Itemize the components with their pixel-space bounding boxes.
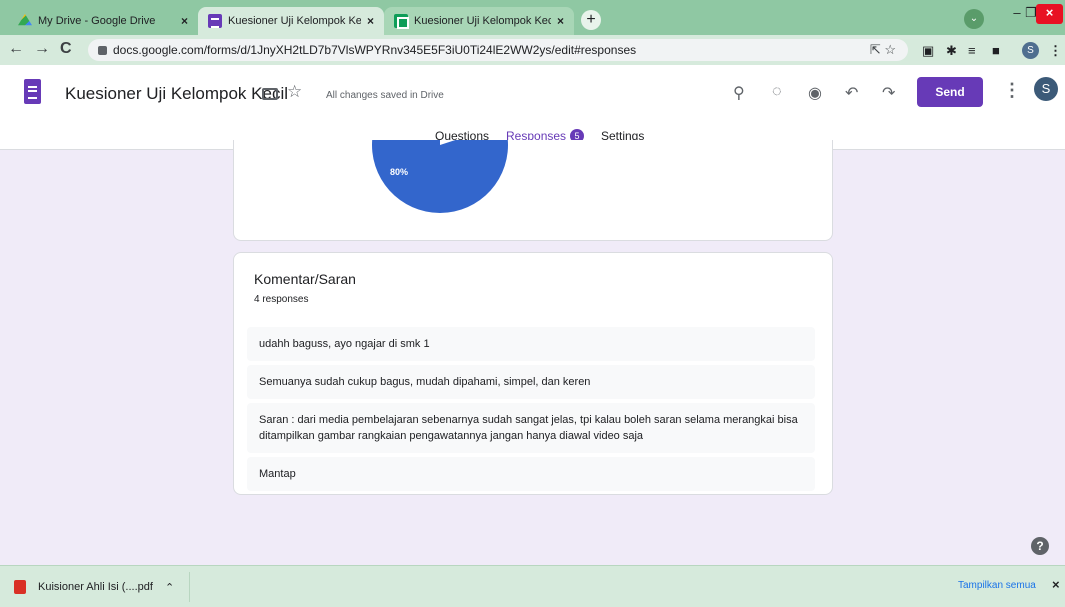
response-item: Mantap xyxy=(247,457,815,491)
extension-icon[interactable]: ▣ xyxy=(922,43,934,59)
send-button[interactable]: Send xyxy=(917,77,983,107)
star-icon[interactable]: ☆ xyxy=(287,82,302,102)
pie-chart-card: 80% xyxy=(233,140,833,241)
browser-tab-strip: My Drive - Google Drive × Kuesioner Uji … xyxy=(0,0,1065,35)
url-text: docs.google.com/forms/d/1JnyXH2tLD7b7Vls… xyxy=(113,43,637,57)
pie-chart: 80% xyxy=(372,140,508,213)
form-title[interactable]: Kuesioner Uji Kelompok Kecil xyxy=(65,84,288,104)
browser-tab-sheets[interactable]: Kuesioner Uji Kelompok Kecil (Re × xyxy=(384,7,574,35)
question-title: Komentar/Saran xyxy=(254,271,356,287)
download-item[interactable]: Kuisioner Ahli Isi (....pdf ⌃ xyxy=(8,572,190,602)
new-tab-button[interactable]: + xyxy=(581,10,601,30)
tab-title: Kuesioner Uji Kelompok Kecil - G xyxy=(228,15,361,27)
forward-arrow-icon[interactable]: → xyxy=(34,40,50,58)
help-icon[interactable]: ? xyxy=(1031,537,1049,555)
undo-icon[interactable]: ↶ xyxy=(845,83,858,103)
address-bar[interactable]: docs.google.com/forms/d/1JnyXH2tLD7b7Vls… xyxy=(88,39,908,61)
google-drive-icon xyxy=(18,14,32,26)
addons-icon[interactable]: ⚲ xyxy=(733,83,745,103)
chevron-up-icon[interactable]: ⌃ xyxy=(165,581,174,594)
download-filename: Kuisioner Ahli Isi (....pdf xyxy=(38,581,153,593)
download-bar: Kuisioner Ahli Isi (....pdf ⌃ Tampilkan … xyxy=(0,565,1065,607)
lock-icon xyxy=(98,45,107,55)
pie-slice-label: 80% xyxy=(390,167,408,177)
browser-menu-icon[interactable]: ⋮ xyxy=(1049,43,1062,59)
browser-tab-drive[interactable]: My Drive - Google Drive × xyxy=(8,7,198,35)
browser-tab-forms[interactable]: Kuesioner Uji Kelompok Kecil - G × xyxy=(198,7,384,35)
response-item: udahh baguss, ayo ngajar di smk 1 xyxy=(247,327,815,361)
side-panel-icon[interactable]: ■ xyxy=(992,43,1000,58)
reload-icon[interactable]: C xyxy=(60,40,72,58)
google-forms-icon xyxy=(208,14,222,28)
account-avatar[interactable]: S xyxy=(1034,77,1058,101)
redo-icon[interactable]: ↷ xyxy=(882,83,895,103)
reading-list-icon[interactable]: ≡ xyxy=(968,43,976,58)
google-sheets-icon xyxy=(394,14,409,29)
puzzle-icon[interactable]: ✱ xyxy=(946,43,957,59)
response-list: udahh baguss, ayo ngajar di smk 1 Semuan… xyxy=(247,327,815,495)
preview-eye-icon[interactable]: ◉ xyxy=(808,83,822,103)
response-item: Saran : dari media pembelajaran sebenarn… xyxy=(247,403,815,453)
forms-header: Kuesioner Uji Kelompok Kecil ☆ All chang… xyxy=(0,65,1065,150)
close-download-bar-icon[interactable]: × xyxy=(1052,577,1060,592)
question-response-card: Komentar/Saran 4 responses udahh baguss,… xyxy=(233,252,833,495)
folder-icon[interactable] xyxy=(262,88,278,100)
response-item: Semuanya sudah cukup bagus, mudah dipaha… xyxy=(247,365,815,399)
tab-title: Kuesioner Uji Kelompok Kecil (Re xyxy=(414,15,551,27)
tab-close-icon[interactable]: × xyxy=(181,14,188,28)
tab-close-icon[interactable]: × xyxy=(557,14,564,28)
show-all-downloads-link[interactable]: Tampilkan semua xyxy=(958,580,1036,591)
google-forms-logo-icon[interactable] xyxy=(24,79,41,104)
more-options-icon[interactable]: ⋮ xyxy=(1003,80,1021,101)
save-status: All changes saved in Drive xyxy=(326,90,444,101)
response-count: 4 responses xyxy=(254,294,309,305)
tab-close-icon[interactable]: × xyxy=(367,14,374,28)
bookmark-star-icon[interactable]: ⇱ ☆ xyxy=(870,42,896,58)
pdf-file-icon xyxy=(14,580,26,594)
browser-toolbar: ← → C docs.google.com/forms/d/1JnyXH2tLD… xyxy=(0,35,1065,65)
tab-title: My Drive - Google Drive xyxy=(38,15,156,27)
palette-icon[interactable]: ◌ xyxy=(772,83,782,101)
window-close-button[interactable]: × xyxy=(1036,4,1063,24)
browser-profile-avatar[interactable]: S xyxy=(1022,42,1039,59)
back-arrow-icon[interactable]: ← xyxy=(8,40,24,58)
tab-search-icon[interactable]: ⌄ xyxy=(964,9,984,29)
